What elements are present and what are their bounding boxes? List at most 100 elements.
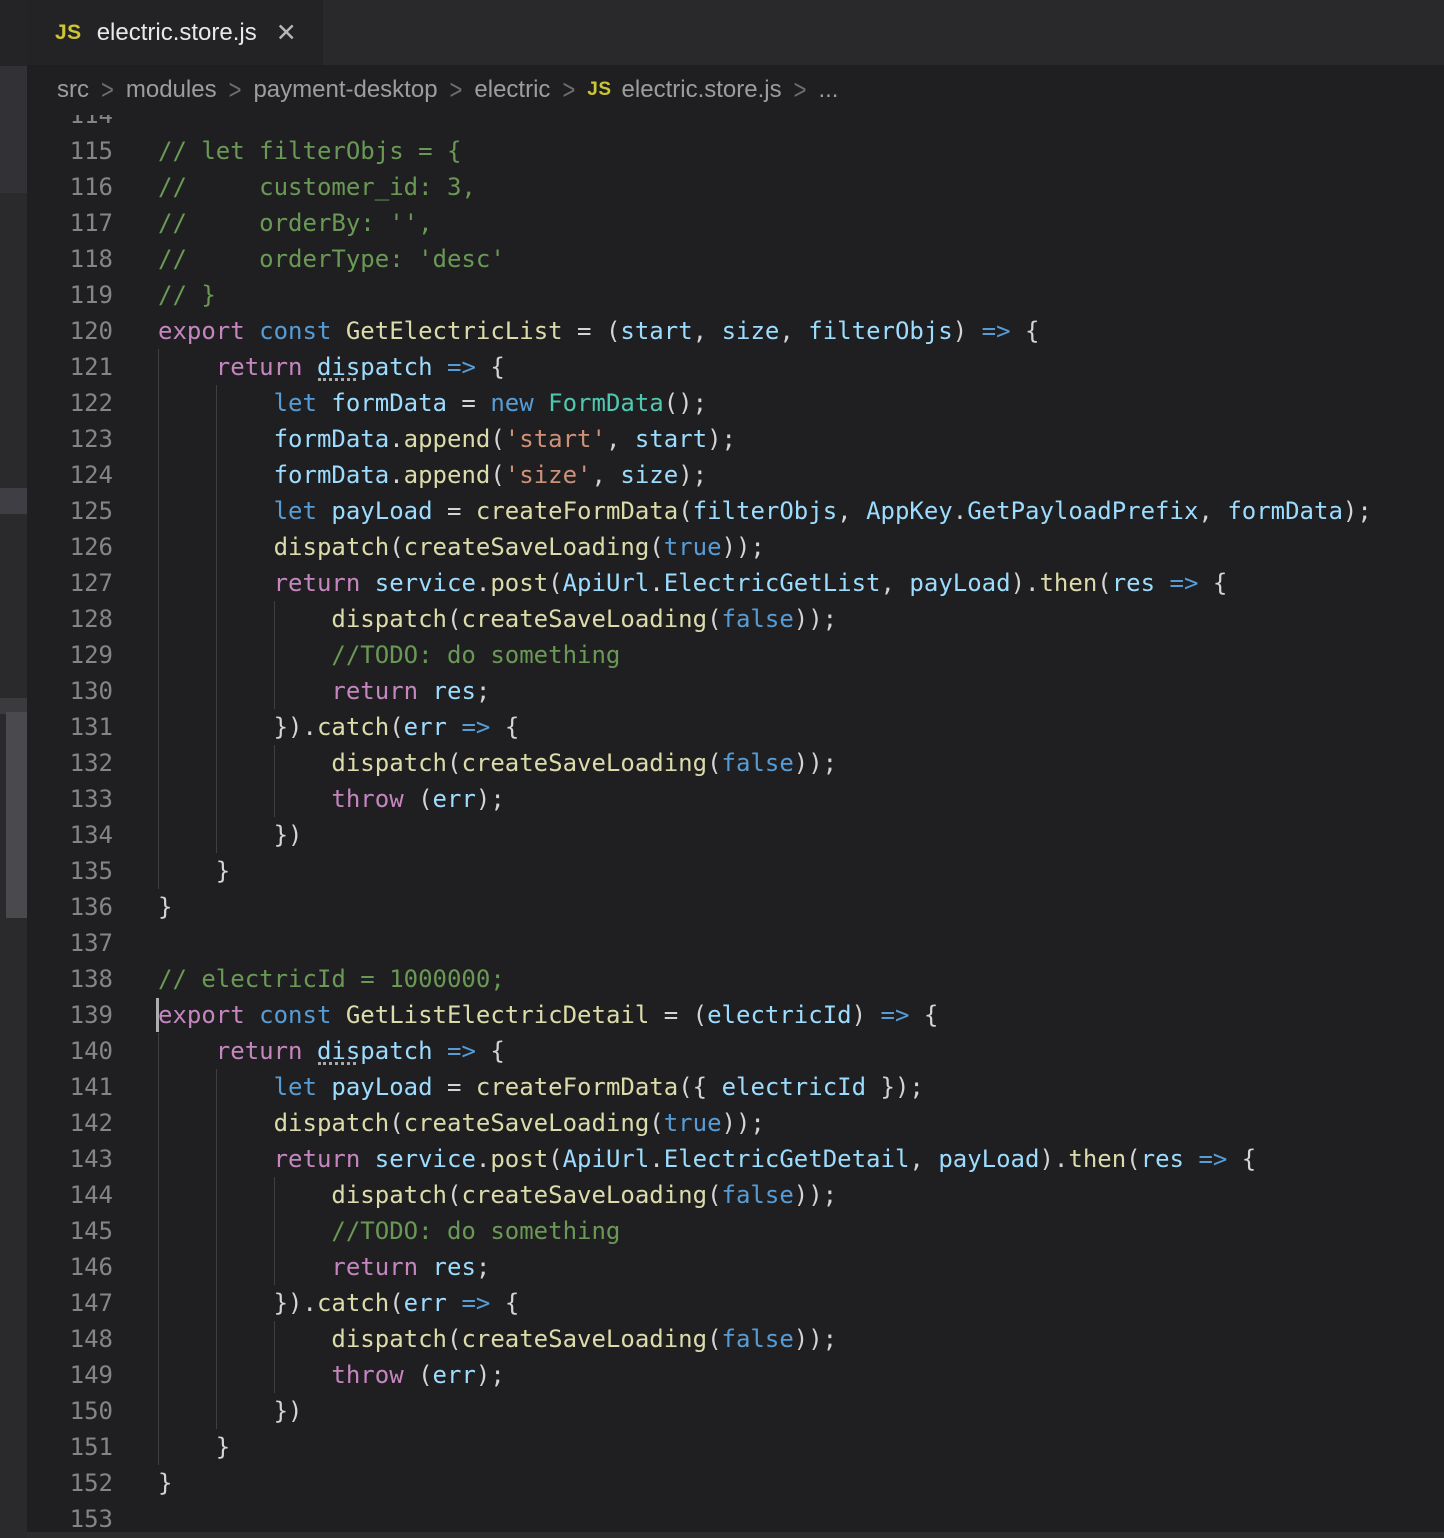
indent-guide (158, 673, 159, 709)
code-line-121[interactable]: 121 return dispatch => { (27, 349, 1444, 385)
code-line-126[interactable]: 126 dispatch(createSaveLoading(true)); (27, 529, 1444, 565)
code-line-138[interactable]: 138// electricId = 1000000; (27, 961, 1444, 997)
code-line-150[interactable]: 150 }) (27, 1393, 1444, 1429)
code-token: service (375, 569, 476, 597)
code-line-148[interactable]: 148 dispatch(createSaveLoading(false)); (27, 1321, 1444, 1357)
close-tab-icon[interactable]: ✕ (276, 18, 297, 48)
breadcrumb-item-electric[interactable]: electric (474, 76, 550, 104)
code-line-136[interactable]: 136} (27, 889, 1444, 925)
code-token: ); (678, 461, 707, 489)
code-line-118[interactable]: 118// orderType: 'desc' (27, 241, 1444, 277)
code-line-149[interactable]: 149 throw (err); (27, 1357, 1444, 1393)
code-line-146[interactable]: 146 return res; (27, 1249, 1444, 1285)
code-token: 'start' (505, 425, 606, 453)
indent-guide (274, 1177, 275, 1213)
code-line-144[interactable]: 144 dispatch(createSaveLoading(false)); (27, 1177, 1444, 1213)
code-token: ( (1097, 569, 1111, 597)
sliver-scrollbar-thumb[interactable] (6, 712, 27, 918)
breadcrumb-separator-icon: > (450, 74, 463, 107)
code-line-127[interactable]: 127 return service.post(ApiUrl.ElectricG… (27, 565, 1444, 601)
code-token: createSaveLoading (461, 749, 707, 777)
breadcrumb-symbol-tail[interactable]: ... (818, 76, 838, 104)
code-line-137[interactable]: 137 (27, 925, 1444, 961)
line-content: formData.append('start', start); (158, 421, 736, 457)
code-token: ( (389, 1109, 403, 1137)
line-content: // customer_id: 3, (158, 169, 476, 205)
code-line-116[interactable]: 116// customer_id: 3, (27, 169, 1444, 205)
code-editor[interactable]: 114115// let filterObjs = {116// custome… (27, 115, 1444, 1532)
code-line-124[interactable]: 124 formData.append('size', size); (27, 457, 1444, 493)
code-line-123[interactable]: 123 formData.append('start', start); (27, 421, 1444, 457)
code-token: // customer_id: 3, (158, 173, 476, 201)
breadcrumb-item-src[interactable]: src (57, 76, 89, 104)
code-token: ElectricGetList (664, 569, 881, 597)
code-token: , (606, 425, 635, 453)
indent-guide (158, 1141, 159, 1177)
code-token: ( (707, 605, 721, 633)
breadcrumb-item-modules[interactable]: modules (126, 76, 217, 104)
code-line-142[interactable]: 142 dispatch(createSaveLoading(true)); (27, 1105, 1444, 1141)
adjacent-panel-sliver (0, 0, 27, 1538)
indent-guide (158, 853, 159, 889)
code-line-140[interactable]: 140 return dispatch => { (27, 1033, 1444, 1069)
indent-guide (216, 1357, 217, 1393)
code-line-130[interactable]: 130 return res; (27, 673, 1444, 709)
line-content: export const GetElectricList = (start, s… (158, 313, 1039, 349)
indent-guide (274, 1213, 275, 1249)
code-token: } (216, 1433, 230, 1461)
code-line-152[interactable]: 152} (27, 1465, 1444, 1501)
line-content: } (158, 853, 230, 889)
indent-guide (216, 1213, 217, 1249)
code-line-128[interactable]: 128 dispatch(createSaveLoading(false)); (27, 601, 1444, 637)
code-line-115[interactable]: 115// let filterObjs = { (27, 133, 1444, 169)
code-line-145[interactable]: 145 //TODO: do something (27, 1213, 1444, 1249)
code-token: createSaveLoading (404, 1109, 650, 1137)
breadcrumb-separator-icon: > (101, 74, 114, 107)
code-token: append (404, 425, 491, 453)
line-number: 115 (27, 133, 113, 169)
code-line-133[interactable]: 133 throw (err); (27, 781, 1444, 817)
code-line-131[interactable]: 131 }).catch(err => { (27, 709, 1444, 745)
indent-guide (216, 1141, 217, 1177)
code-line-122[interactable]: 122 let formData = new FormData(); (27, 385, 1444, 421)
code-token: payLoad (909, 569, 1010, 597)
code-line-153[interactable]: 153 (27, 1501, 1444, 1532)
code-line-114[interactable]: 114 (27, 115, 1444, 133)
line-content: dispatch(createSaveLoading(true)); (158, 529, 765, 565)
code-line-120[interactable]: 120export const GetElectricList = (start… (27, 313, 1444, 349)
indent-guide (274, 1249, 275, 1285)
code-token: { (1227, 1145, 1256, 1173)
code-token: => (447, 353, 476, 381)
code-line-129[interactable]: 129 //TODO: do something (27, 637, 1444, 673)
indent-guide (274, 1357, 275, 1393)
code-line-119[interactable]: 119// } (27, 277, 1444, 313)
indent-guide (158, 1357, 159, 1393)
code-line-151[interactable]: 151 } (27, 1429, 1444, 1465)
code-token: formData (331, 389, 447, 417)
code-token: false (722, 1325, 794, 1353)
code-token: => (1170, 569, 1199, 597)
code-line-132[interactable]: 132 dispatch(createSaveLoading(false)); (27, 745, 1444, 781)
line-number: 152 (27, 1465, 113, 1501)
code-line-134[interactable]: 134 }) (27, 817, 1444, 853)
code-line-125[interactable]: 125 let payLoad = createFormData(filterO… (27, 493, 1444, 529)
code-line-147[interactable]: 147 }).catch(err => { (27, 1285, 1444, 1321)
code-token: let (274, 1073, 332, 1101)
breadcrumb-item-file[interactable]: electric.store.js (622, 76, 782, 104)
breadcrumb-item-payment-desktop[interactable]: payment-desktop (253, 76, 437, 104)
indent-guide (158, 817, 159, 853)
code-token: res (433, 677, 476, 705)
code-token: false (722, 605, 794, 633)
code-line-143[interactable]: 143 return service.post(ApiUrl.ElectricG… (27, 1141, 1444, 1177)
indent-guide (158, 349, 159, 385)
code-token: , (592, 461, 621, 489)
code-line-139[interactable]: 139export const GetListElectricDetail = … (27, 997, 1444, 1033)
code-token: ( (649, 1109, 663, 1137)
code-token: , (779, 317, 808, 345)
code-line-141[interactable]: 141 let payLoad = createFormData({ elect… (27, 1069, 1444, 1105)
code-line-117[interactable]: 117// orderBy: '', (27, 205, 1444, 241)
line-content: } (158, 1429, 230, 1465)
tab-electric-store-js[interactable]: JS electric.store.js ✕ (27, 0, 323, 65)
code-token: ( (649, 533, 663, 561)
code-line-135[interactable]: 135 } (27, 853, 1444, 889)
